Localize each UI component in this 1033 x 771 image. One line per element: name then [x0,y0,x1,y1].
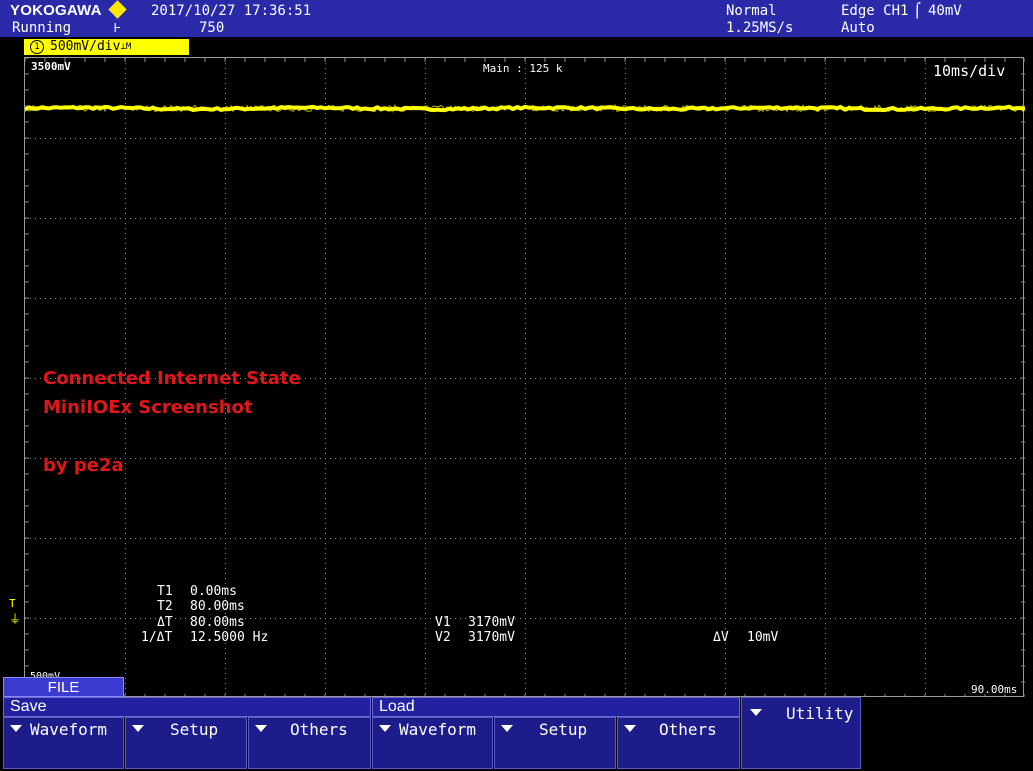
load-group-header: Load [372,697,740,717]
trigger-mode: Normal [726,3,777,19]
t1-label: T1 [157,584,173,599]
utility-button[interactable]: Utility [741,697,861,769]
dropdown-arrow-icon [132,725,144,732]
dropdown-arrow-icon [10,725,22,732]
annotation-line-1: Connected Internet State [43,368,301,389]
run-status: Running [12,20,72,36]
end-time-label: 90.00ms [971,683,1018,696]
load-others-button[interactable]: Others [617,717,740,769]
load-waveform-button[interactable]: Waveform [372,717,493,769]
t1-value: 0.00ms [190,584,237,599]
t2-label: T2 [157,599,173,614]
v1-label: V1 [435,615,451,630]
save-waveform-button[interactable]: Waveform [3,717,124,769]
delta-v-value: 10mV [747,630,779,645]
trigger-level-marker-icon: T [9,597,16,610]
status-bar: YOKOGAWA Running Ꮀ 2017/10/27 17:36:51 7… [0,0,1033,37]
v2-label: V2 [435,630,451,645]
dropdown-arrow-icon [501,725,513,732]
brand-logo: YOKOGAWA [10,2,102,19]
save-others-button[interactable]: Others [248,717,371,769]
dropdown-arrow-icon [750,709,762,716]
inv-delta-t-label: 1/ΔT [141,630,173,645]
delta-t-label: ΔT [157,615,173,630]
v1-value: 3170mV [468,615,515,630]
save-setup-button[interactable]: Setup [125,717,247,769]
t2-value: 80.00ms [190,599,245,614]
annotation-line-2: MiniIOEx Screenshot [43,397,253,418]
sample-rate: 1.25MS/s [726,20,794,36]
channel-scale: 500mV/div [50,39,121,54]
v2-value: 3170mV [468,630,515,645]
record-count: 750 [199,20,225,36]
dropdown-arrow-icon [624,725,636,732]
delta-t-value: 80.00ms [190,615,245,630]
main-record-label: Main : 125 k [483,62,563,75]
date-time: 2017/10/27 17:36:51 [151,3,312,19]
delta-v-label: ΔV [713,630,729,645]
channel-1-tag[interactable]: 1 500mV/div⊥M [24,39,189,55]
run-icon: Ꮀ [114,21,121,35]
acquisition-mode: Auto [841,20,875,36]
probe-icon: ⊥M [120,42,132,52]
rising-edge-icon: ⌠ [913,3,922,19]
trigger-source: Edge CH1 [841,3,909,19]
dropdown-arrow-icon [379,725,391,732]
time-per-div: 10ms/div [933,62,1006,80]
save-group-header: Save [3,697,371,717]
inv-delta-t-value: 12.5000 Hz [190,630,269,645]
top-level-label: 3500mV [31,60,71,73]
ground-marker-icon: ⏚ [9,612,22,626]
brand-diamond-icon [108,0,127,19]
load-setup-button[interactable]: Setup [494,717,616,769]
dropdown-arrow-icon [255,725,267,732]
file-menu-tab[interactable]: FILE [3,677,124,697]
annotation-line-3: by pe2a [43,455,124,476]
channel-number-icon: 1 [30,40,44,54]
trigger-level: 40mV [928,3,962,19]
